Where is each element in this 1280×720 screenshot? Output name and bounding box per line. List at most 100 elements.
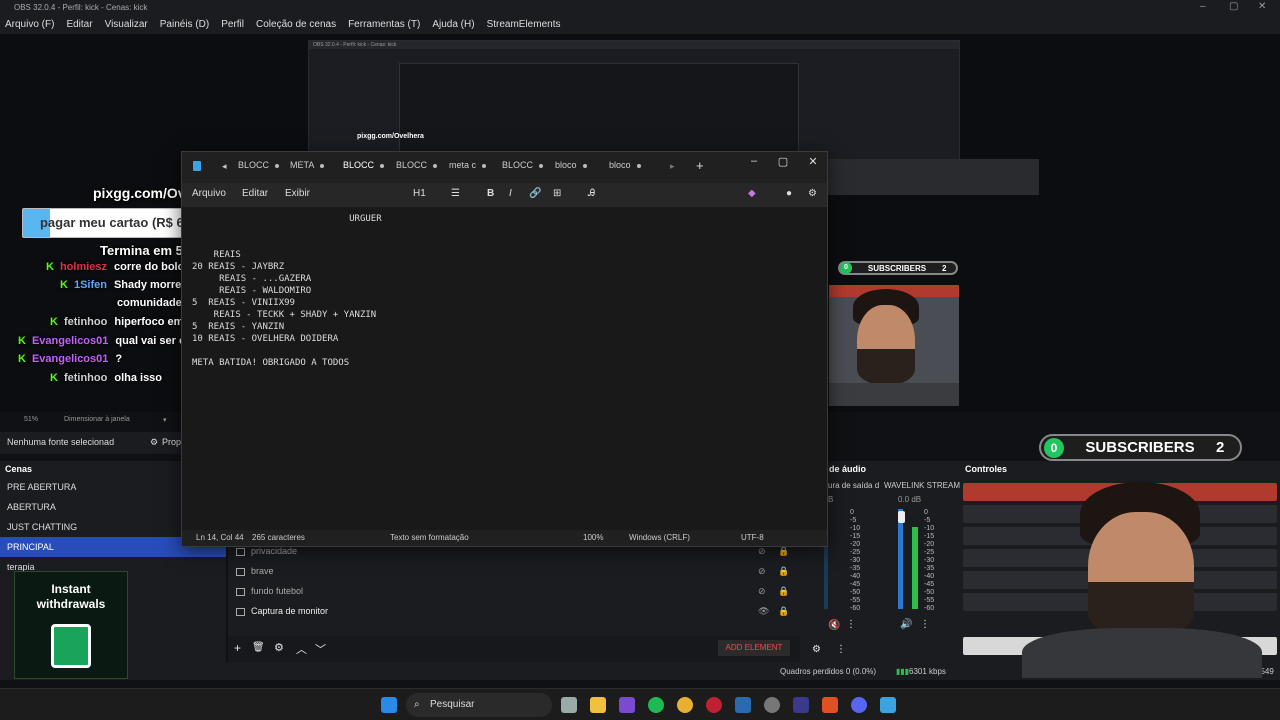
mixer-scale-1: 0 -5 -10 -15 -20 -25 -30 -35 -40 -45 -50 -55 -60 xyxy=(850,509,860,613)
menu-view[interactable]: Exibir xyxy=(285,188,310,199)
scroll-left-icon[interactable]: ◂ xyxy=(222,161,227,172)
menu-icon[interactable]: ⋮ xyxy=(846,619,856,630)
table-icon[interactable]: ⊞ xyxy=(553,188,561,199)
notepad-tab[interactable]: BLOCC xyxy=(396,160,438,170)
bold-icon[interactable]: B xyxy=(487,188,494,199)
mute-icon[interactable]: 🔇 xyxy=(828,620,840,631)
opera-icon[interactable] xyxy=(706,697,722,713)
source-item[interactable]: Captura de monitor 👁 🔒 xyxy=(236,602,789,620)
spotify-icon[interactable] xyxy=(648,697,664,713)
scale-tick: 0 xyxy=(924,509,928,516)
properties-button[interactable]: Prop xyxy=(162,437,181,447)
notepad-editor[interactable]: URGUER REAIS 20 REAIS - JAYBRZ REAIS - ..… xyxy=(182,207,827,532)
trash-icon[interactable]: 🗑 xyxy=(252,642,265,653)
chevron-down-icon[interactable]: ▾ xyxy=(163,416,167,424)
notepad-taskbar-icon[interactable] xyxy=(880,697,896,713)
gear-icon[interactable]: ⚙ xyxy=(274,641,284,654)
scroll-right-icon[interactable]: ▸ xyxy=(670,161,675,172)
source-item[interactable]: brave ⊘ 🔒 xyxy=(236,562,789,580)
maximize-button[interactable]: ▢ xyxy=(773,155,793,168)
notepad-tab[interactable]: bloco xyxy=(555,160,587,170)
menu-item[interactable]: Ferramentas (T) xyxy=(348,16,420,34)
menu-item[interactable]: Arquivo (F) xyxy=(5,16,54,34)
fit-label[interactable]: Dimensionar à janela xyxy=(64,416,130,423)
source-label: privacidade xyxy=(251,546,298,556)
notepad-window[interactable]: ◂ ▸ + – ▢ ✕ BLOCC META BLOCC BLOCC meta c BLO… xyxy=(181,151,828,547)
menu-item[interactable]: Editar xyxy=(66,16,92,34)
app-icon[interactable] xyxy=(619,697,635,713)
list-icon[interactable]: ☰ xyxy=(451,188,460,199)
source-item[interactable]: fundo futebol ⊘ 🔒 xyxy=(236,582,789,600)
visibility-icon[interactable]: 👁 xyxy=(758,602,769,620)
visibility-icon[interactable]: ⊘ xyxy=(758,582,766,600)
add-icon[interactable]: + xyxy=(234,641,241,655)
menu-item[interactable]: Ajuda (H) xyxy=(432,16,474,34)
gear-icon[interactable]: ⚙ xyxy=(808,188,817,199)
menu-item[interactable]: Painéis (D) xyxy=(160,16,209,34)
heading-button[interactable]: H1 xyxy=(413,188,426,199)
notepad-tab[interactable]: META xyxy=(290,160,325,170)
menu-file[interactable]: Arquivo xyxy=(192,188,226,199)
unsaved-dot-icon xyxy=(433,163,438,168)
webcam-preview-small xyxy=(829,285,959,406)
link-icon[interactable]: 🔗 xyxy=(529,188,541,199)
speaker-icon[interactable]: 🔊 xyxy=(900,619,912,630)
lock-icon[interactable]: 🔒 xyxy=(778,582,789,600)
clear-format-icon[interactable]: Ꭿ xyxy=(588,188,595,199)
notepad-tab[interactable]: bloco xyxy=(609,160,641,170)
webcam-preview xyxy=(962,478,1280,678)
up-icon[interactable]: ︿ xyxy=(296,641,307,657)
scale-tick: -10 xyxy=(924,525,935,532)
notepad-tab[interactable]: BLOCC xyxy=(502,160,544,170)
menu-icon[interactable]: ⋮ xyxy=(920,619,930,630)
discord-icon[interactable] xyxy=(851,697,867,713)
close-button[interactable]: ✕ xyxy=(803,155,823,168)
notepad-tab[interactable]: meta c xyxy=(449,160,487,170)
menu-item[interactable]: Coleção de cenas xyxy=(256,16,336,34)
menu-item[interactable]: StreamElements xyxy=(487,16,561,34)
scale-tick: -55 xyxy=(924,597,935,604)
zoom-level[interactable]: 51% xyxy=(24,416,38,423)
text-format[interactable]: Texto sem formatação xyxy=(390,533,469,542)
maximize-button[interactable]: ▢ xyxy=(1229,1,1238,12)
line-ending[interactable]: Windows (CRLF) xyxy=(629,533,690,542)
steam-icon[interactable] xyxy=(735,697,751,713)
notepad-tab[interactable]: BLOCC xyxy=(343,160,385,170)
menu-item[interactable]: Visualizar xyxy=(105,16,148,34)
close-button[interactable]: ✕ xyxy=(1258,1,1266,12)
task-view-icon[interactable] xyxy=(561,697,577,713)
zoom-level[interactable]: 100% xyxy=(583,533,603,542)
mixer-scale-2: 0 -5 -10 -15 -20 -25 -30 -35 -40 -45 -50 -55 -60 xyxy=(924,509,934,613)
encoding[interactable]: UTF-8 xyxy=(741,533,764,542)
new-tab-button[interactable]: + xyxy=(696,158,704,173)
menu-item[interactable]: Perfil xyxy=(221,16,244,34)
explorer-icon[interactable] xyxy=(590,697,606,713)
minimize-button[interactable]: – xyxy=(744,155,764,167)
editor-line: REAIS - WALDOMIRO xyxy=(192,286,312,296)
chrome-icon[interactable] xyxy=(677,697,693,713)
volume-slider[interactable] xyxy=(898,511,905,523)
visibility-icon[interactable]: ⊘ xyxy=(758,562,766,580)
obs-icon[interactable] xyxy=(764,697,780,713)
scale-tick: -15 xyxy=(924,533,935,540)
notepad-tab[interactable]: BLOCC xyxy=(238,160,280,170)
taskbar-search[interactable]: ⌕ Pesquisar xyxy=(406,693,552,717)
scale-tick: -40 xyxy=(924,573,935,580)
account-icon[interactable]: ● xyxy=(786,188,792,199)
scale-tick: -20 xyxy=(924,541,935,548)
add-element-button[interactable]: ADD ELEMENT xyxy=(718,640,790,656)
subs-label: SUBSCRIBERS xyxy=(867,263,927,273)
italic-icon[interactable]: I xyxy=(509,188,512,199)
lock-icon[interactable]: 🔒 xyxy=(778,562,789,580)
settings-icon[interactable]: ⚙ xyxy=(812,644,821,655)
gear-icon[interactable]: ⚙ xyxy=(150,437,158,448)
down-icon[interactable]: ﹀ xyxy=(315,641,326,657)
menu-edit[interactable]: Editar xyxy=(242,188,268,199)
start-icon[interactable] xyxy=(381,697,397,713)
brave-icon[interactable] xyxy=(822,697,838,713)
menu-icon[interactable]: ⋮ xyxy=(836,644,846,655)
app2-icon[interactable] xyxy=(793,697,809,713)
lock-icon[interactable]: 🔒 xyxy=(778,602,789,620)
minimize-button[interactable]: – xyxy=(1200,1,1206,12)
copilot-icon[interactable]: ◆ xyxy=(748,188,756,199)
